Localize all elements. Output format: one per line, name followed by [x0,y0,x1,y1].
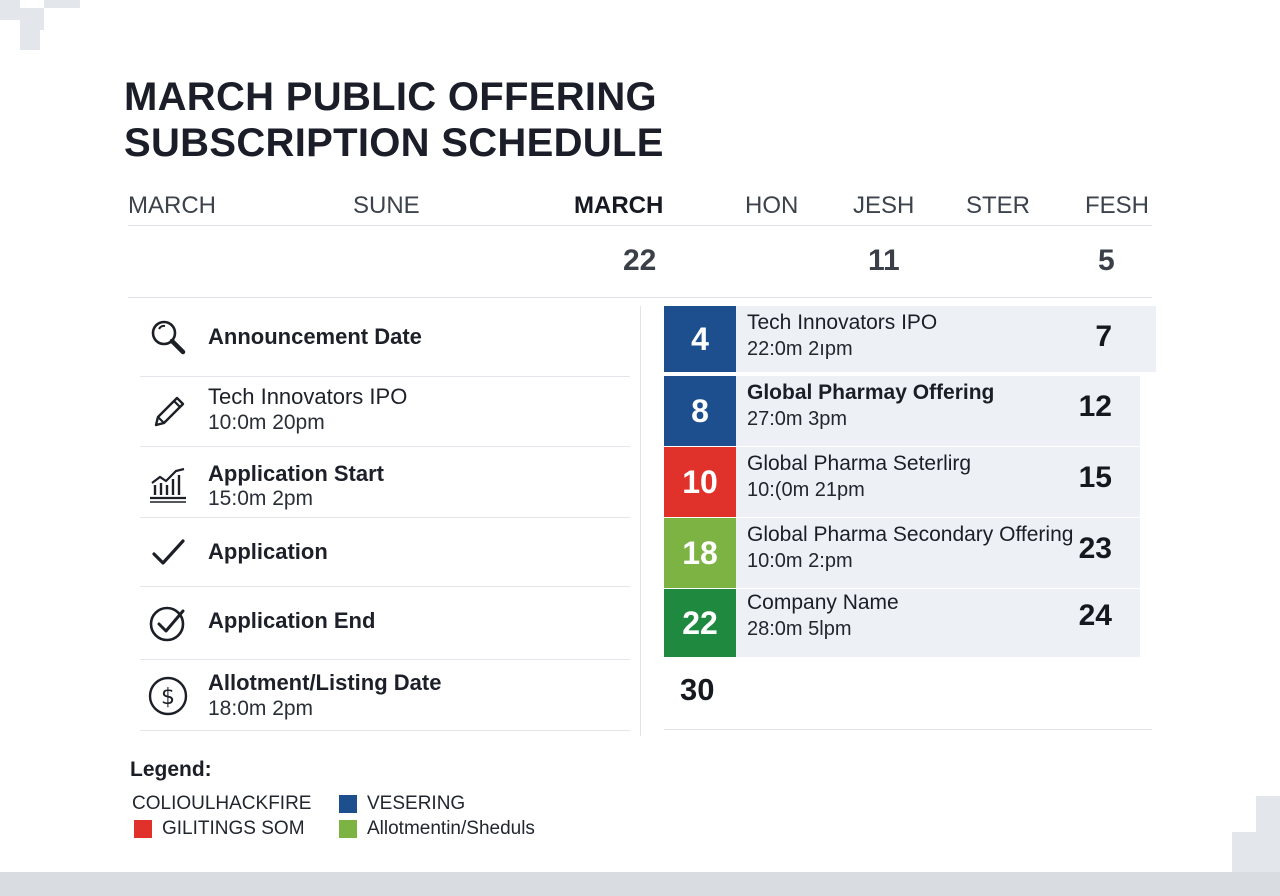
event-row[interactable]: Tech Innovators IPO 10:0m 20pm [140,377,630,447]
offering-time: 22:0m 2ıpm [747,338,853,360]
dollar-icon: $ [146,674,190,718]
event-name: Application [208,539,328,564]
check-circle-icon [146,601,190,645]
footer-bar [0,872,1280,896]
title-line-1: MARCH PUBLIC OFFERING [124,75,657,119]
month-tab[interactable]: JESH [853,192,914,220]
schedule-row[interactable]: 10 Global Pharma Seterlirg 10:(0m 21pm 1… [664,447,1156,517]
offering-name: Global Pharma Secondary Offering [747,523,1074,546]
offering-time: 10:0m 2:pm [747,550,853,572]
end-date: 7 [1095,320,1112,353]
legend-label: GILITINGS SOM [162,818,305,839]
header-date: 22 [623,244,657,277]
end-date: 12 [1078,390,1112,423]
schedule-list: 4 Tech Innovators IPO 22:0m 2ıpm 7 8 Glo… [664,306,1156,658]
month-tab[interactable]: HON [745,192,798,220]
end-date: 23 [1078,532,1112,565]
legend-item: GILITINGS SOM [134,818,305,840]
schedule-row[interactable]: 18 Global Pharma Secondary Offering 10:0… [664,518,1156,588]
checkmark-icon [146,530,190,574]
header-date: 5 [1098,244,1115,277]
search-icon [146,315,190,359]
svg-text:$: $ [161,685,175,710]
corner-decoration [20,8,44,30]
corner-decoration [1232,832,1280,872]
event-name: Announcement Date [208,324,422,349]
event-time: 15:0m 2pm [208,487,314,510]
date-header-row: 22 11 5 [128,240,1152,298]
legend-label: COLIOULHACKFIRE [132,793,312,814]
event-list: Announcement Date Tech Innovators IPO 10… [140,300,630,731]
event-name: Tech Innovators IPO [208,384,408,409]
final-date: 30 [680,672,715,707]
corner-decoration [1256,796,1280,832]
legend-item: Allotmentin/Sheduls [339,818,535,840]
end-date: 15 [1078,461,1112,494]
schedule-row[interactable]: 8 Global Pharmay Offering 27:0m 3pm 12 [664,376,1156,446]
legend-swatch [339,820,357,838]
month-tab[interactable]: SUNE [353,192,420,220]
event-name: Application Start [208,461,385,486]
header-date: 11 [868,244,900,277]
corner-decoration [44,0,80,8]
offering-time: 27:0m 3pm [747,408,848,430]
event-row[interactable]: Application [140,518,630,587]
start-date-block: 18 [664,518,736,588]
offering-name: Company Name [747,591,899,614]
month-tab[interactable]: FESH [1085,192,1149,220]
legend-title: Legend: [130,758,212,781]
offering-name: Global Pharmay Offering [747,381,995,404]
legend-label: Allotmentin/Sheduls [367,818,535,839]
column-divider [640,306,641,736]
final-date-row: 30 [664,668,1152,730]
legend-swatch [339,795,357,813]
start-date-block: 4 [664,306,736,372]
event-row[interactable]: Application End [140,587,630,660]
event-time: 18:0m 2pm [208,697,314,720]
start-date-block: 8 [664,376,736,446]
offering-time: 10:(0m 21pm [747,479,865,501]
page-title: MARCH PUBLIC OFFERING SUBSCRIPTION SCHED… [124,74,724,166]
event-row[interactable]: Announcement Date [140,300,630,377]
event-row[interactable]: Application Start 15:0m 2pm [140,447,630,518]
offering-name: Tech Innovators IPO [747,311,938,334]
pen-icon [146,389,190,433]
month-tab-active[interactable]: MARCH [574,192,663,220]
legend-swatch [134,820,152,838]
corner-decoration [0,0,20,20]
legend-item: COLIOULHACKFIRE [132,793,311,815]
event-row[interactable]: $ Allotment/Listing Date 18:0m 2pm [140,660,630,731]
legend-label: VESERING [367,793,466,814]
month-tab[interactable]: STER [966,192,1030,220]
start-date-block: 10 [664,447,736,517]
start-date-block: 22 [664,589,736,657]
event-name: Allotment/Listing Date [208,670,442,695]
schedule-row[interactable]: 22 Company Name 28:0m 5lpm 24 [664,589,1156,657]
legend-item: VESERING [339,793,465,815]
event-name: Application End [208,608,376,633]
month-tab[interactable]: MARCH [128,192,216,220]
event-time: 10:0m 20pm [208,411,325,434]
title-line-2: SUBSCRIPTION SCHEDULE [124,121,664,165]
chart-icon [146,461,190,505]
month-tabs: MARCH SUNE MARCH HON JESH STER FESH [128,190,1152,226]
corner-decoration [20,30,40,50]
schedule-row[interactable]: 4 Tech Innovators IPO 22:0m 2ıpm 7 [664,306,1156,372]
offering-name: Global Pharma Seterlirg [747,452,972,475]
offering-time: 28:0m 5lpm [747,618,852,640]
end-date: 24 [1078,599,1112,632]
